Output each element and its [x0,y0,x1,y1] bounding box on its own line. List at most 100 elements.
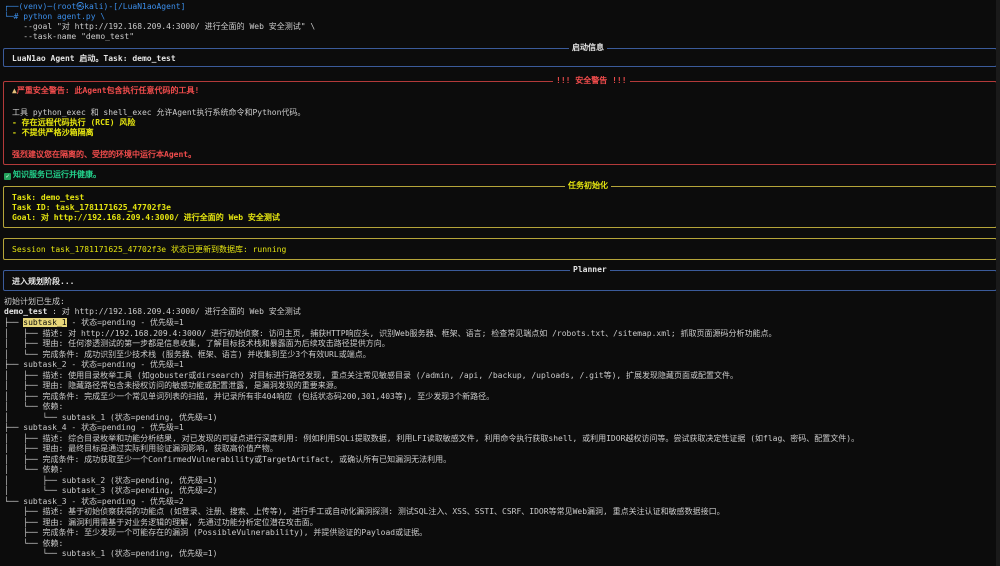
tree-branch: ├── [4,318,24,327]
plan-line-text: 描述: 基于初始侦察获得的功能点 (如登录、注册、搜索、上传等), 进行手工或自… [42,507,725,516]
prompt-line-4: --task-name "demo_test" [4,32,135,41]
plan-tree-line: ├── 理由: 漏洞利用需基于对业务逻辑的理解, 先通过功能分析定位潜在攻击面。 [4,518,318,528]
tree-branch: ├── [4,507,43,516]
plan-root-name: demo_test [4,307,48,316]
plan-tree-line: └── subtask_3 - 状态=pending - 优先级=2 [4,497,184,507]
planner-panel: Planner 进入规划阶段... [3,265,997,291]
tree-branch: └── [4,538,43,548]
plan-line-text: 描述: 综合目录枚举和功能分析结果, 对已发现的可疑点进行深度利用: 例如利用S… [42,433,860,443]
security-line-5: 强烈建议您在隔离的、受控的环境中运行本Agent。 [12,150,197,159]
tree-branch: │ ├── [4,433,43,443]
plan-tree-line: ├── 完成条件: 至少发现一个可能存在的漏洞 (PossibleVulnera… [4,528,427,538]
plan-tree-line: │ ├── 理由: 隐藏路径常包含未授权访问的敏感功能或配置泄露, 是漏洞发现的… [4,381,342,391]
plan-root-rest: : 对 http://192.168.209.4:3000/ 进行全面的 Web… [47,307,301,316]
task-init-title: 任务初始化 [565,181,611,192]
planner-text: 进入规划阶段... [12,277,75,286]
plan-line-text: subtask_1 (状态=pending, 优先级=1) [61,549,218,558]
plan-line-text: 依赖: [42,538,64,548]
plan-tree-line: ├── subtask_1 - 状态=pending - 优先级=1 [4,318,184,328]
plan-tree-line: │ └── 依赖: [4,465,63,475]
plan-tree-line: │ └── subtask_1 (状态=pending, 优先级=1) [4,413,217,423]
plan-line-text: 完成条件: 成功获取至少一个ConfirmedVulnerability或Tar… [42,454,452,464]
plan-root: demo_test : 对 http://192.168.209.4:3000/… [4,307,301,317]
security-line-4: - 不提供严格沙箱隔离 [12,128,94,137]
tree-branch: │ └── [4,412,62,422]
prompt-line-1: ┌──(venv)─(root㉿kali)-[/LuaN1aoAgent] [4,2,186,11]
plan-tree-line: └── subtask_1 (状态=pending, 优先级=1) [4,549,218,559]
tree-branch: ├── [4,360,24,369]
plan-tree-line: │ └── subtask_3 (状态=pending, 优先级=2) [4,486,217,496]
task-goal-line: Goal: 对 http://192.168.209.4:3000/ 进行全面的… [12,213,280,222]
plan-line-text: subtask_1 (状态=pending, 优先级=1) [61,412,218,422]
tree-branch: │ ├── [4,328,43,338]
plan-tree-line: ├── 描述: 基于初始侦察获得的功能点 (如登录、注册、搜索、上传等), 进行… [4,507,725,517]
plan-line-text: 完成条件: 至少发现一个可能存在的漏洞 (PossibleVulnerabili… [42,528,428,537]
security-line-1: ▲严重安全警告: 此Agent包含执行任意代码的工具! [12,86,199,96]
plan-tree-line: │ ├── subtask_2 (状态=pending, 优先级=1) [4,476,217,486]
scrollbar[interactable] [996,0,1000,566]
session-panel: Session task_1781171625_47702f3e 状态已更新到数… [3,238,997,260]
tree-branch: └── [4,496,24,506]
plan-tree-line: │ ├── 完成条件: 成功获取至少一个ConfirmedVulnerabili… [4,455,451,465]
task-init-panel: 任务初始化 Task: demo_test Task ID: task_1781… [3,181,997,228]
plan-tree-line: ├── subtask_2 - 状态=pending - 优先级=1 [4,360,184,370]
tree-branch: │ └── [4,486,62,495]
startup-title: 启动信息 [569,43,607,54]
prompt-line-2: └─# python agent.py \ [4,12,105,22]
highlighted-subtask[interactable]: subtask_1 [23,318,67,327]
plan-tree-line: │ └── 完成条件: 成功识别至少技术栈 (服务器、框架、语言) 并收集到至少… [4,350,371,360]
plan-tree-line: │ ├── 描述: 综合目录枚举和功能分析结果, 对已发现的可疑点进行深度利用:… [4,434,859,444]
tree-branch: │ └── [4,349,43,359]
planner-title: Planner [570,265,610,276]
plan-line-text: 理由: 隐藏路径常包含未授权访问的敏感功能或配置泄露, 是漏洞发现的重要来源。 [42,381,342,390]
plan-tree-line: │ ├── 理由: 任何渗透测试的第一步都是信息收集, 了解目标技术栈和暴露面为… [4,339,390,349]
startup-panel: 启动信息 LuaN1ao Agent 启动。Task: demo_test [3,43,997,67]
check-icon: ✓ [4,173,11,180]
plan-line-text: 理由: 漏洞利用需基于对业务逻辑的理解, 先通过功能分析定位潜在攻击面。 [42,517,318,527]
plan-line-text: subtask_2 - 状态=pending - 优先级=1 [23,360,184,369]
task-name-line: Task: demo_test [12,193,85,202]
plan-line-text: 完成条件: 完成至少一个常见单词列表的扫描, 并记录所有非404响应 (包括状态… [42,391,495,401]
plan-line-text: subtask_2 (状态=pending, 优先级=1) [61,475,218,485]
plan-line-text: subtask_3 (状态=pending, 优先级=2) [61,486,218,495]
plan-tree-line: │ ├── 理由: 最终目标是通过实际利用验证漏洞影响, 获取高价值产物。 [4,444,278,454]
tree-branch: │ └── [4,465,43,474]
prompt-line-3: --goal "对 http://192.168.209.4:3000/ 进行全… [4,22,316,31]
knowledge-text: 知识服务已运行并健康。 [13,170,101,179]
tree-branch: └── [4,549,62,558]
plan-tree-line: │ ├── 完成条件: 完成至少一个常见单词列表的扫描, 并记录所有非404响应… [4,392,494,402]
knowledge-status: ✓ 知识服务已运行并健康。 [4,170,101,180]
tree-branch: ├── [4,517,43,527]
plan-line-text: 理由: 任何渗透测试的第一步都是信息收集, 了解目标技术栈和暴露面为后续攻击路径… [42,339,390,348]
tree-branch: │ ├── [4,444,43,453]
security-line-2: 工具 python_exec 和 shell_exec 允许Agent执行系统命… [12,108,306,117]
tree-branch: │ ├── [4,475,62,485]
security-warning-panel: !!! 安全警告 !!! ▲严重安全警告: 此Agent包含执行任意代码的工具!… [3,76,997,165]
security-line-1-text: 严重安全警告: 此Agent包含执行任意代码的工具! [16,86,200,95]
plan-line-text: 依赖: [42,465,64,474]
plan-line-text: 描述: 对 http://192.168.209.4:3000/ 进行初始侦察:… [42,328,777,338]
plan-tree-line: ├── subtask_4 - 状态=pending - 优先级=1 [4,423,184,433]
prompt-line-2-text: └─# python agent.py \ [4,12,106,21]
plan-line-text: 描述: 使用目录枚举工具 (如gobuster或dirsearch) 对目标进行… [42,370,739,380]
plan-line-text: subtask_4 - 状态=pending - 优先级=1 [23,423,184,432]
plan-generated-label: 初始计划已生成: [4,297,65,306]
plan-line-text: - 状态=pending - 优先级=1 [66,318,184,327]
tree-branch: │ └── [4,402,43,411]
plan-line-text: 依赖: [42,402,64,411]
terminal-window[interactable]: ┌──(venv)─(root㉿kali)-[/LuaN1aoAgent] └─… [0,0,1000,566]
plan-tree-line: │ ├── 描述: 对 http://192.168.209.4:3000/ 进… [4,329,777,339]
plan-line-text: 理由: 最终目标是通过实际利用验证漏洞影响, 获取高价值产物。 [42,444,278,453]
tree-branch: │ ├── [4,339,43,348]
tree-branch: │ ├── [4,391,43,401]
tree-branch: ├── [4,528,43,537]
tree-branch: │ ├── [4,370,43,380]
tree-branch: ├── [4,423,24,432]
security-title: !!! 安全警告 !!! [553,76,630,87]
task-id-line: Task ID: task_1781171625_47702f3e [12,203,171,212]
tree-branch: │ ├── [4,454,43,464]
tree-branch: │ ├── [4,381,43,390]
plan-tree-line: └── 依赖: [4,539,63,549]
plan-line-text: 完成条件: 成功识别至少技术栈 (服务器、框架、语言) 并收集到至少3个有效UR… [42,349,371,359]
session-text: Session task_1781171625_47702f3e 状态已更新到数… [12,245,287,254]
